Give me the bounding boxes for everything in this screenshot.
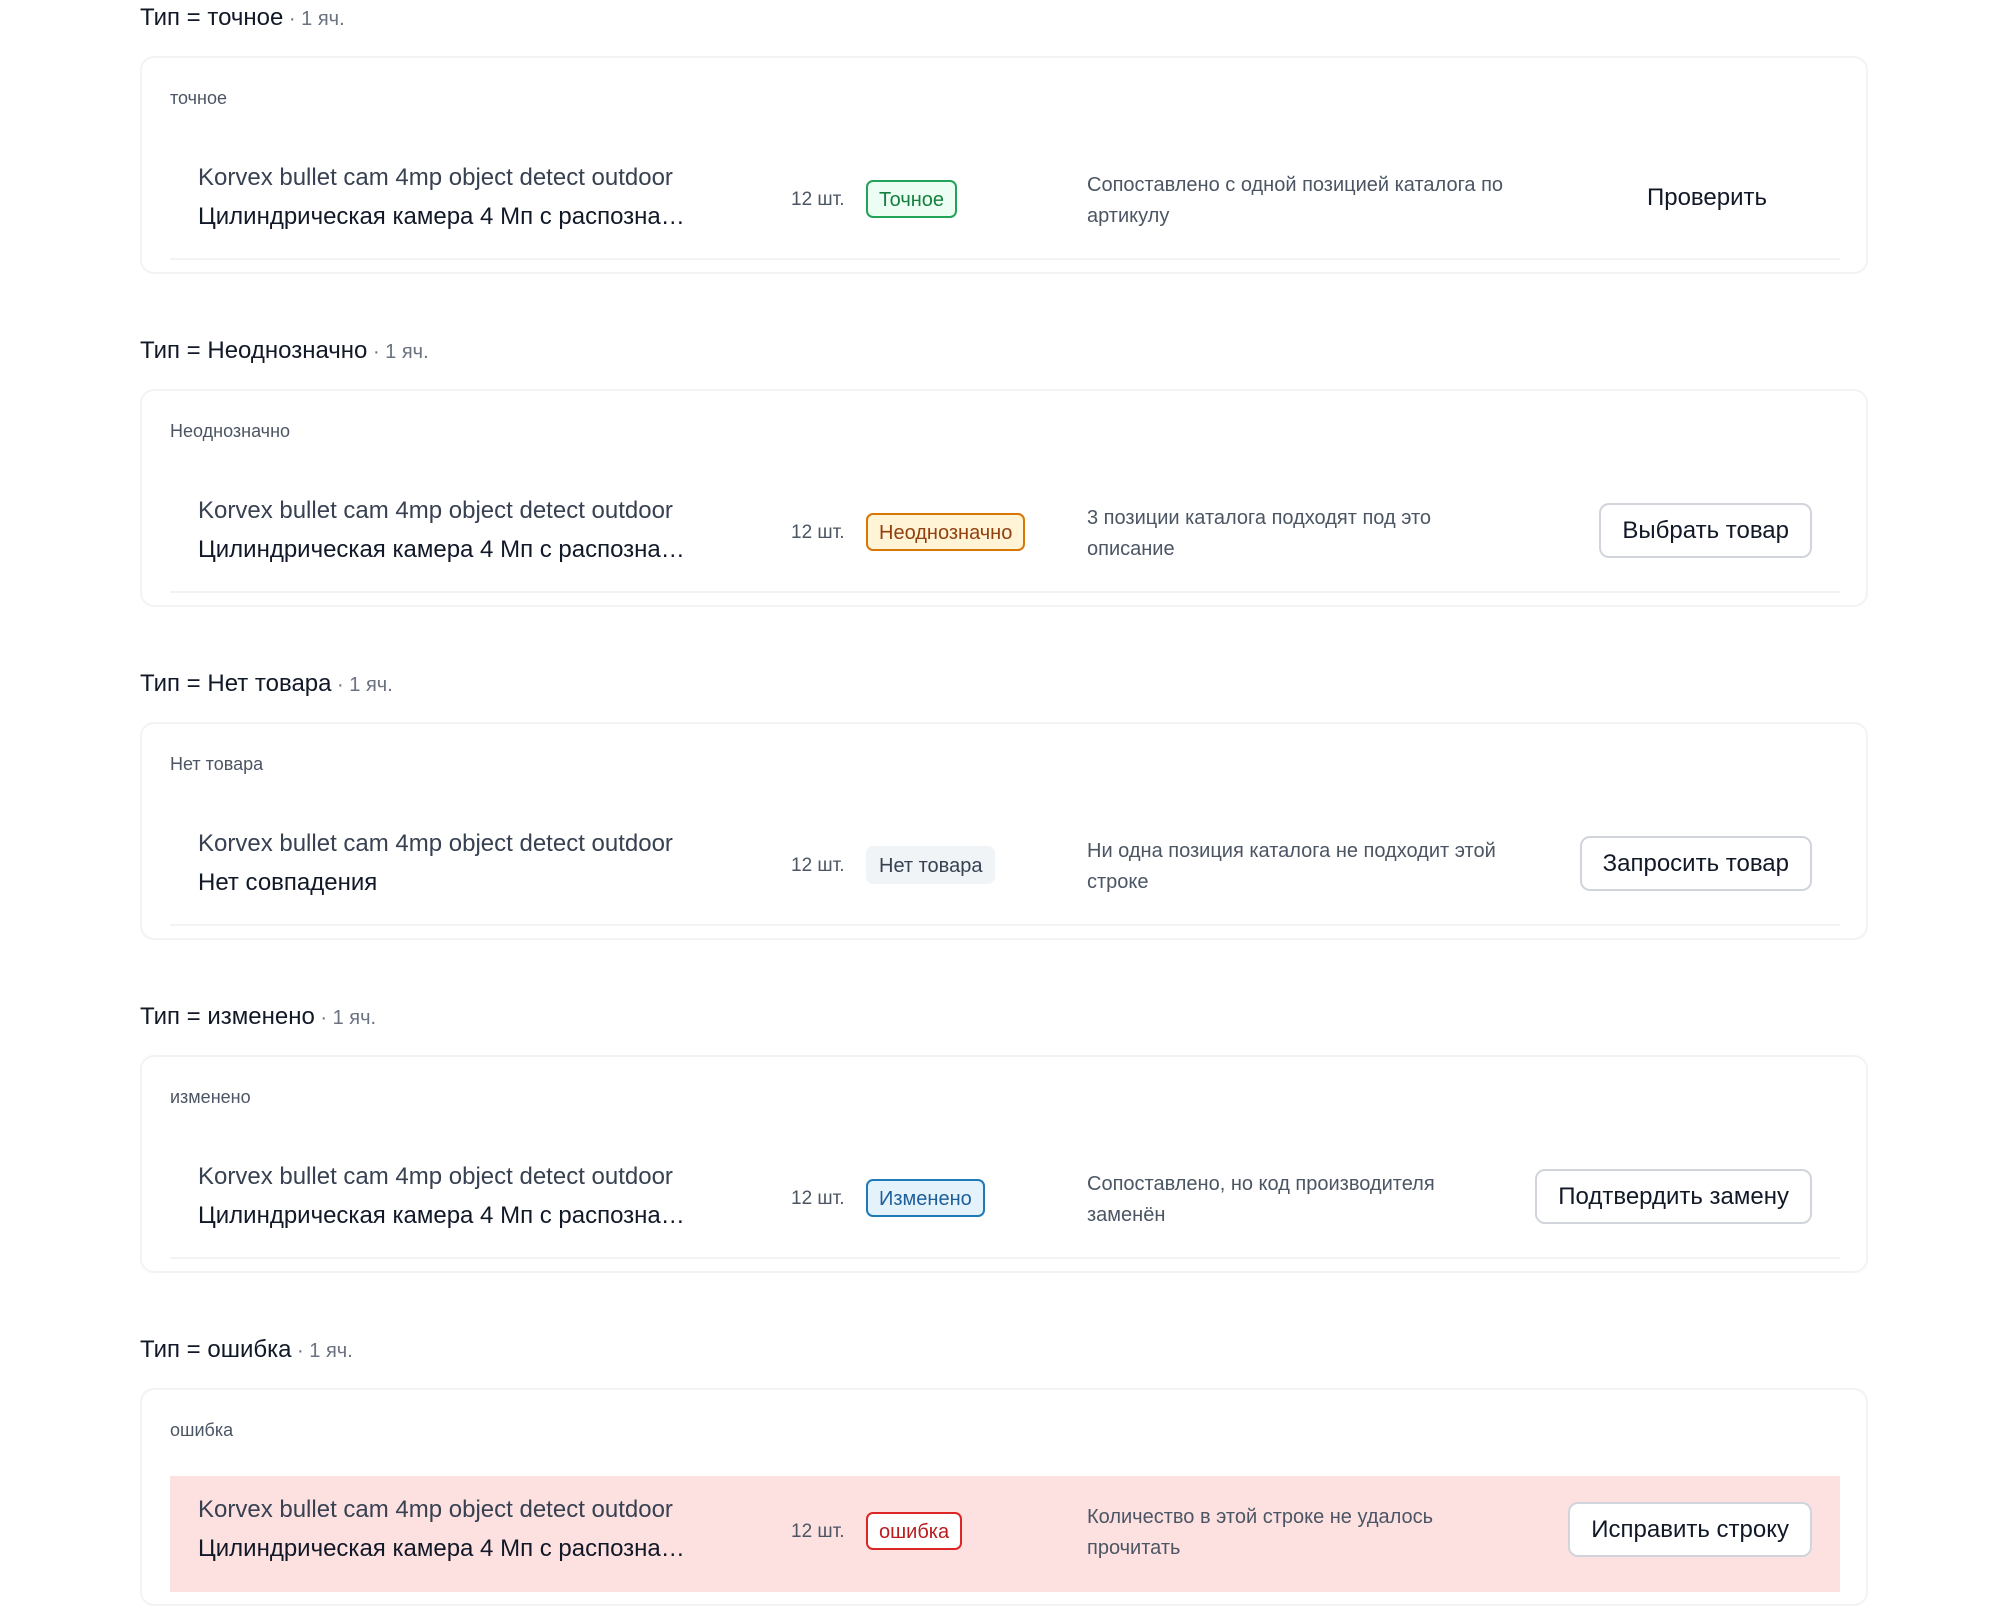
section-count: · 1 яч. bbox=[331, 674, 393, 696]
section-title: Тип = ошибка · 1 яч. bbox=[140, 1332, 353, 1368]
source-name: Korvex bullet cam 4mp object detect outd… bbox=[198, 830, 673, 857]
status-badge: Изменено bbox=[866, 1179, 985, 1217]
matched-name: Цилиндрическая камера 4 Мп с распозна… bbox=[198, 536, 685, 563]
status-badge: Неоднозначно bbox=[866, 513, 1026, 551]
table-row[interactable]: Korvex bullet cam 4mp object detect outd… bbox=[170, 1143, 1840, 1259]
section-title-text: Тип = Нет товара bbox=[140, 670, 332, 697]
section-count: · 1 яч. bbox=[367, 341, 429, 363]
table-row[interactable]: Korvex bullet cam 4mp object detect outd… bbox=[170, 477, 1840, 593]
row-description: 3 позиции каталога подходят под это опис… bbox=[1087, 507, 1432, 560]
row-description: Сопоставлено, но код производителя замен… bbox=[1087, 1173, 1435, 1226]
source-name: Korvex bullet cam 4mp object detect outd… bbox=[198, 497, 673, 524]
group-card: точное Korvex bullet cam 4mp object dete… bbox=[140, 56, 1868, 274]
status-badge: Нет товара bbox=[866, 846, 996, 884]
row-description: Сопоставлено с одной позицией каталога п… bbox=[1087, 174, 1504, 227]
group-label: изменено bbox=[170, 1087, 251, 1107]
quantity: 12 шт. bbox=[791, 1521, 845, 1542]
check-button[interactable]: Проверить bbox=[1624, 170, 1790, 225]
table-row[interactable]: Korvex bullet cam 4mp object detect outd… bbox=[170, 144, 1840, 260]
group-label: точное bbox=[170, 88, 227, 108]
section-title: Тип = Нет товара · 1 яч. bbox=[140, 666, 393, 702]
section-title: Тип = Неоднозначно · 1 яч. bbox=[140, 333, 429, 369]
group-card: Нет товара Korvex bullet cam 4mp object … bbox=[140, 722, 1868, 940]
source-name: Korvex bullet cam 4mp object detect outd… bbox=[198, 164, 673, 191]
fix-row-button[interactable]: Исправить строку bbox=[1568, 1502, 1812, 1557]
table-row[interactable]: Korvex bullet cam 4mp object detect outd… bbox=[170, 810, 1840, 926]
matched-name: Цилиндрическая камера 4 Мп с распозна… bbox=[198, 203, 685, 230]
quantity: 12 шт. bbox=[791, 189, 845, 210]
row-description: Ни одна позиция каталога не подходит это… bbox=[1087, 840, 1496, 893]
section-count: · 1 яч. bbox=[291, 1340, 353, 1362]
quantity: 12 шт. bbox=[791, 522, 845, 543]
matched-name: Нет совпадения bbox=[198, 869, 378, 896]
group-card: изменено Korvex bullet cam 4mp object de… bbox=[140, 1055, 1868, 1273]
request-product-button[interactable]: Запросить товар bbox=[1579, 836, 1812, 891]
section-title-text: Тип = изменено bbox=[140, 1003, 315, 1030]
matched-name: Цилиндрическая камера 4 Мп с распозна… bbox=[198, 1202, 685, 1229]
row-description: Количество в этой строке не удалось проч… bbox=[1087, 1506, 1434, 1559]
group-label: ошибка bbox=[170, 1420, 234, 1440]
choose-product-button[interactable]: Выбрать товар bbox=[1599, 503, 1812, 558]
section-title: Тип = изменено · 1 яч. bbox=[140, 999, 376, 1035]
status-badge: Точное bbox=[866, 180, 958, 218]
section-title-text: Тип = ошибка bbox=[140, 1336, 292, 1363]
status-badge: ошибка bbox=[866, 1512, 963, 1550]
group-label: Неоднозначно bbox=[170, 421, 291, 441]
section-title-text: Тип = Неоднозначно bbox=[140, 337, 368, 364]
group-card: ошибка Korvex bullet cam 4mp object dete… bbox=[140, 1388, 1868, 1606]
group-label: Нет товара bbox=[170, 754, 264, 774]
quantity: 12 шт. bbox=[791, 855, 845, 876]
section-title-text: Тип = точное bbox=[140, 4, 284, 31]
group-card: Неоднозначно Korvex bullet cam 4mp objec… bbox=[140, 389, 1868, 607]
section-count: · 1 яч. bbox=[283, 8, 345, 30]
source-name: Korvex bullet cam 4mp object detect outd… bbox=[198, 1163, 673, 1190]
confirm-replacement-button[interactable]: Подтвердить замену bbox=[1535, 1169, 1812, 1224]
section-title: Тип = точное · 1 яч. bbox=[140, 0, 345, 36]
matched-name: Цилиндрическая камера 4 Мп с распозна… bbox=[198, 1535, 685, 1562]
quantity: 12 шт. bbox=[791, 1188, 845, 1209]
section-count: · 1 яч. bbox=[314, 1007, 377, 1029]
source-name: Korvex bullet cam 4mp object detect outd… bbox=[198, 1496, 673, 1523]
table-row-error[interactable]: Korvex bullet cam 4mp object detect outd… bbox=[170, 1476, 1840, 1592]
